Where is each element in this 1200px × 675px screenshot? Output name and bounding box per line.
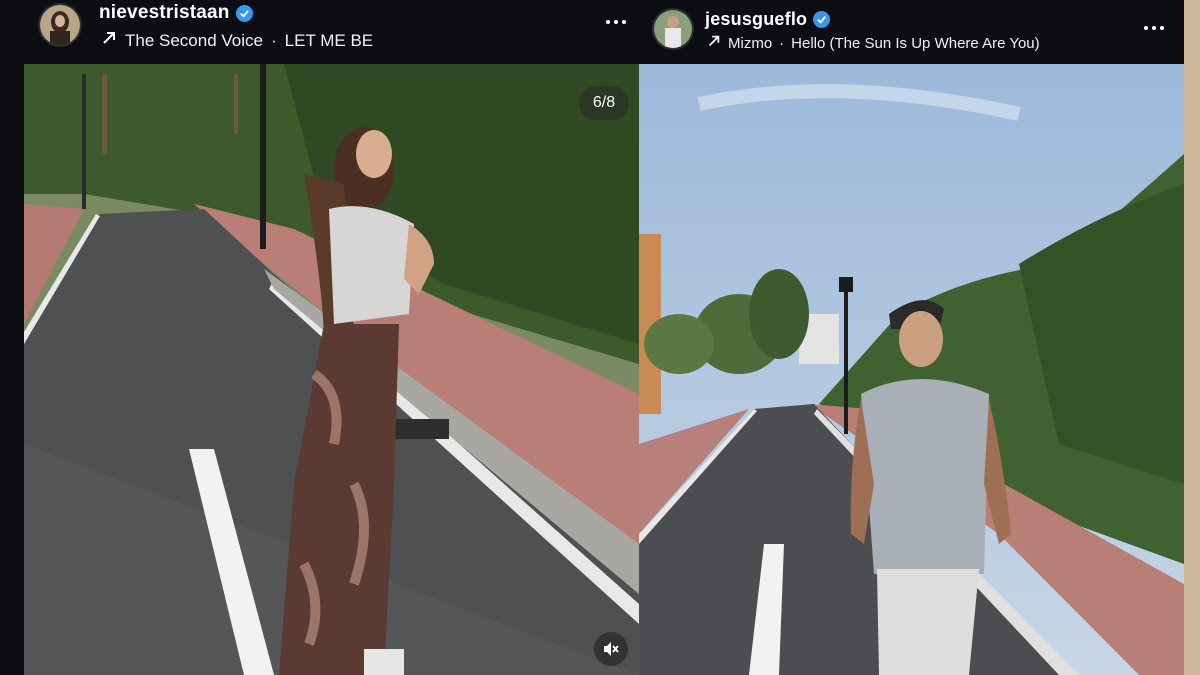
post-header: jesusgueflo Mizmo · Hello (The Sun Is Up… (639, 0, 1184, 64)
audio-link[interactable]: Mizmo · Hello (The Sun Is Up Where Are Y… (707, 34, 1040, 52)
verified-badge-icon (813, 11, 831, 28)
avatar[interactable] (652, 8, 694, 50)
audio-title: LET ME BE (284, 30, 374, 50)
more-options-icon[interactable] (1139, 16, 1169, 40)
audio-title: Hello (The Sun Is Up Where Are You) (791, 34, 1040, 52)
page-gutter (1184, 0, 1200, 675)
audio-separator: · (270, 30, 277, 50)
username[interactable]: nievestristaan (99, 2, 230, 24)
post-photo (639, 64, 1184, 675)
avatar[interactable] (38, 3, 82, 47)
muted-speaker-icon[interactable] (594, 632, 628, 666)
username[interactable]: jesusgueflo (705, 9, 807, 30)
page-gutter (0, 0, 24, 675)
post-nievestristaan: nievestristaan The Second Voice · LET ME… (24, 0, 639, 675)
media-counter: 6/8 (579, 86, 629, 120)
audio-separator: · (779, 34, 785, 52)
audio-link[interactable]: The Second Voice · LET ME BE (101, 30, 373, 51)
more-options-icon[interactable] (601, 10, 631, 34)
post-header: nievestristaan The Second Voice · LET ME… (24, 0, 639, 64)
verified-badge-icon (235, 4, 253, 22)
post-jesusgueflo: jesusgueflo Mizmo · Hello (The Sun Is Up… (639, 0, 1184, 675)
audio-artist: Mizmo (728, 34, 773, 52)
post-photo (24, 64, 639, 675)
audio-artist: The Second Voice (125, 30, 263, 50)
music-arrow-icon (707, 34, 721, 52)
music-arrow-icon (101, 30, 117, 51)
